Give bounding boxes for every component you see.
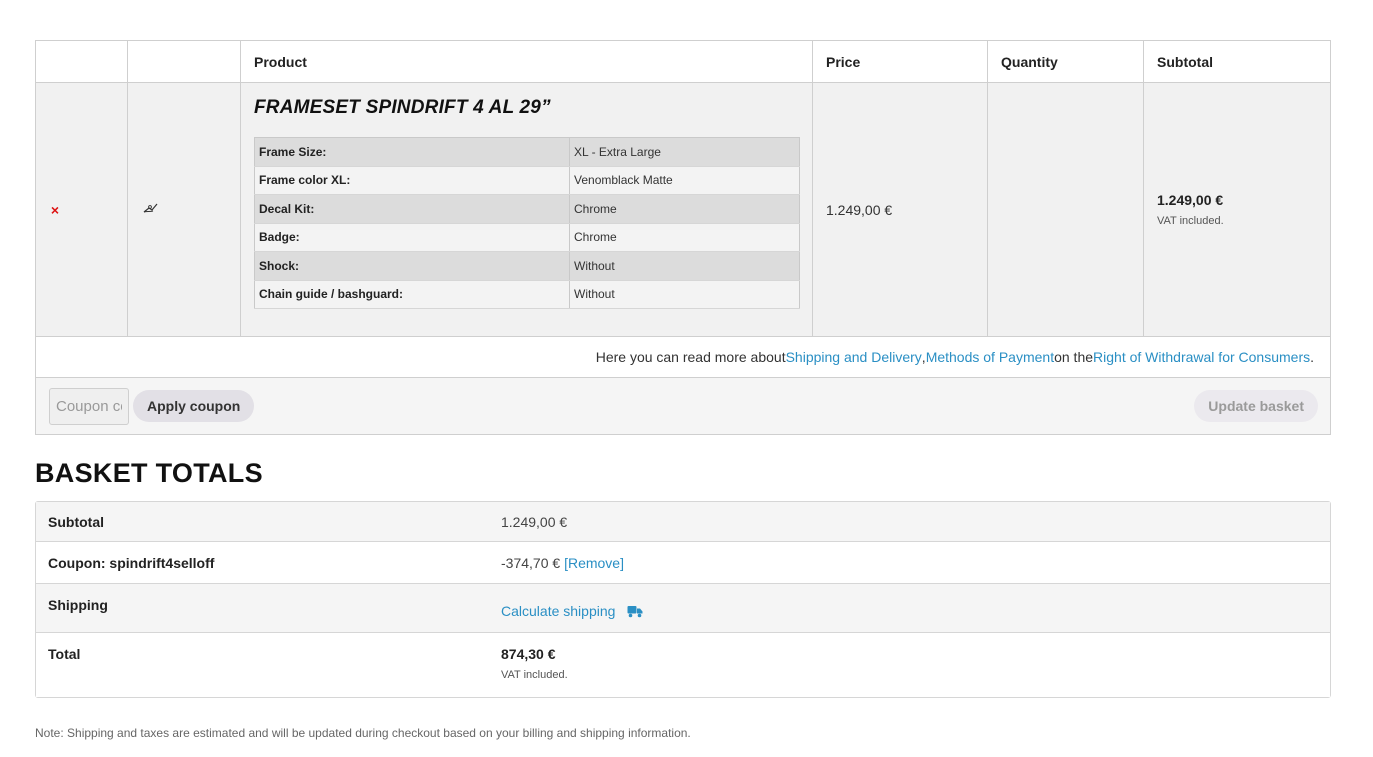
totals-subtotal-row: Subtotal 1.249,00 € <box>36 502 1330 542</box>
coupon-code-input[interactable] <box>49 387 129 425</box>
totals-shipping-label: Shipping <box>48 597 108 613</box>
legal-info-row: Here you can read more about Shipping an… <box>36 337 1330 378</box>
variation-value: Chrome <box>569 223 800 252</box>
variation-label: Badge: <box>254 223 570 252</box>
variation-value: Venomblack Matte <box>569 166 800 195</box>
totals-coupon-row: Coupon: spindrift4selloff -374,70 € [Rem… <box>36 542 1330 584</box>
variation-value: XL - Extra Large <box>569 137 800 167</box>
remove-cell: × <box>36 83 128 336</box>
variation-value: Without <box>569 280 800 309</box>
header-thumbnail <box>128 41 241 82</box>
totals-total-row: Total 874,30 € VAT included. <box>36 633 1330 697</box>
shipping-delivery-link[interactable]: Shipping and Delivery <box>786 349 922 365</box>
totals-total-value-cell: 874,30 € VAT included. <box>501 633 1330 697</box>
price-cell: 1.249,00 € <box>813 83 988 336</box>
variation-row: Frame Size: XL - Extra Large <box>254 137 800 167</box>
header-remove <box>36 41 128 82</box>
variation-label: Frame Size: <box>254 137 570 167</box>
info-middle: on the <box>1054 349 1094 365</box>
totals-total-value: 874,30 € <box>501 646 556 662</box>
thumbnail-cell <box>128 83 241 336</box>
header-price: Price <box>813 41 988 82</box>
totals-coupon-value: -374,70 € <box>501 554 561 571</box>
totals-coupon-value-cell: -374,70 € [Remove] <box>501 555 1330 571</box>
info-prefix: Here you can read more about <box>595 349 786 365</box>
product-cell: FRAMESET SPINDRIFT 4 AL 29” Frame Size: X… <box>241 83 813 336</box>
info-suffix: . <box>1310 349 1314 365</box>
totals-total-label: Total <box>48 646 81 662</box>
payment-methods-link[interactable]: Methods of Payment <box>926 349 1054 365</box>
totals-shipping-value-cell: Calculate shipping <box>501 584 1330 632</box>
totals-vat-note: VAT included. <box>501 669 568 681</box>
cart-header-row: Product Price Quantity Subtotal <box>36 41 1330 83</box>
remove-coupon-link[interactable]: [Remove] <box>564 555 624 571</box>
calculate-shipping-link[interactable]: Calculate shipping <box>501 603 615 619</box>
header-product: Product <box>241 41 813 82</box>
remove-item-icon[interactable]: × <box>49 202 61 218</box>
item-subtotal: 1.249,00 € <box>1157 192 1224 208</box>
variations-table: Frame Size: XL - Extra Large Frame color X… <box>254 137 800 309</box>
shipping-tax-note: Note: Shipping and taxes are estimated a… <box>35 726 691 740</box>
variation-value: Without <box>569 251 800 281</box>
variation-row: Badge: Chrome <box>254 223 800 252</box>
basket-totals-table: Subtotal 1.249,00 € Coupon: spindrift4se… <box>35 501 1331 698</box>
totals-coupon-label: Coupon: spindrift4selloff <box>48 554 215 571</box>
basket-totals-heading: BASKET TOTALS <box>35 458 263 488</box>
update-basket-button[interactable]: Update basket <box>1194 390 1318 422</box>
product-title-link[interactable]: FRAMESET SPINDRIFT 4 AL 29” <box>254 97 551 119</box>
basket-page: Product Price Quantity Subtotal × FRAMES… <box>0 0 1373 757</box>
withdrawal-right-link[interactable]: Right of Withdrawal for Consumers <box>1093 349 1310 365</box>
cart-item-row: × FRAMESET SPINDRIFT 4 AL 29” Frame Size… <box>36 83 1330 337</box>
totals-shipping-row: Shipping Calculate shipping <box>36 584 1330 633</box>
header-subtotal: Subtotal <box>1157 53 1213 70</box>
variation-row: Shock: Without <box>254 251 800 281</box>
item-price: 1.249,00 € <box>826 201 893 218</box>
variation-row: Chain guide / bashguard: Without <box>254 280 800 309</box>
product-thumbnail-icon[interactable] <box>141 202 159 217</box>
apply-coupon-button[interactable]: Apply coupon <box>133 390 255 422</box>
header-quantity: Quantity <box>988 41 1144 82</box>
variation-label: Decal Kit: <box>254 194 570 224</box>
subtotal-cell: 1.249,00 € VAT included. <box>1144 83 1330 336</box>
totals-subtotal-value: 1.249,00 € <box>501 513 568 530</box>
cart-actions-row: Apply coupon Update basket <box>36 378 1330 434</box>
variation-value: Chrome <box>569 194 800 224</box>
variation-label: Chain guide / bashguard: <box>254 280 570 309</box>
variation-row: Decal Kit: Chrome <box>254 194 800 224</box>
totals-subtotal-label: Subtotal <box>48 513 104 530</box>
variation-row: Frame color XL: Venomblack Matte <box>254 166 800 195</box>
quantity-cell <box>988 83 1144 336</box>
variation-label: Frame color XL: <box>254 166 570 195</box>
cart-table: Product Price Quantity Subtotal × FRAMES… <box>35 40 1331 435</box>
variation-label: Shock: <box>254 251 570 281</box>
item-vat-note: VAT included. <box>1157 215 1224 227</box>
truck-icon[interactable] <box>627 605 643 621</box>
